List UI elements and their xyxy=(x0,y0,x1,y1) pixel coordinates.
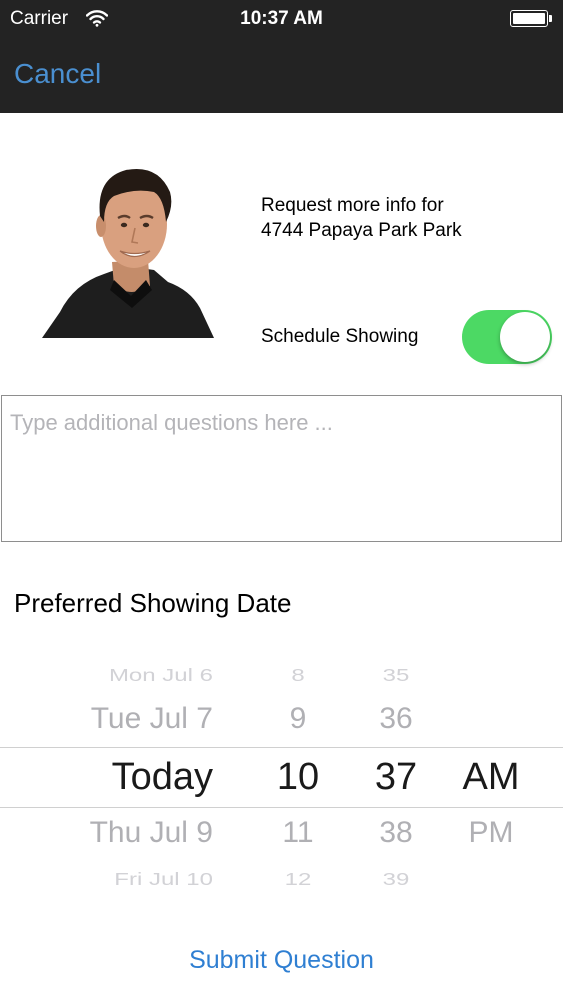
battery-icon xyxy=(510,10,552,27)
picker-date-option[interactable]: Tue Jul 7 xyxy=(91,702,213,736)
picker-minute-option[interactable]: 36 xyxy=(366,702,426,736)
date-time-picker[interactable]: Mon Jul 6 Tue Jul 7 Today Thu Jul 9 Fri … xyxy=(0,650,563,900)
picker-minute-option[interactable]: 35 xyxy=(366,662,426,690)
picker-divider-bottom xyxy=(0,807,563,808)
schedule-showing-toggle[interactable] xyxy=(462,310,552,364)
picker-hour-text: 8 xyxy=(291,665,305,686)
picker-minute-selected[interactable]: 37 xyxy=(366,756,426,799)
questions-textarea[interactable] xyxy=(1,395,562,542)
schedule-showing-label: Schedule Showing xyxy=(261,326,419,347)
picker-hour-selected[interactable]: 10 xyxy=(268,756,328,799)
picker-date-selected[interactable]: Today xyxy=(112,756,213,799)
agent-photo xyxy=(42,168,214,338)
picker-minute-text: 39 xyxy=(382,869,410,890)
picker-hour-option[interactable]: 9 xyxy=(268,702,328,736)
request-info-text: Request more info for 4744 Papaya Park P… xyxy=(261,193,551,243)
picker-hour-option[interactable]: 11 xyxy=(268,816,328,850)
picker-ampm-selected[interactable]: AM xyxy=(455,756,527,799)
picker-date-option[interactable]: Thu Jul 9 xyxy=(90,816,213,850)
nav-bar: Carrier 10:37 AM Cancel xyxy=(0,0,563,113)
preferred-date-title: Preferred Showing Date xyxy=(14,588,292,618)
picker-date-text: Mon Jul 6 xyxy=(108,665,213,686)
picker-divider-top xyxy=(0,747,563,748)
picker-date-text: Fri Jul 10 xyxy=(114,869,213,890)
battery-tip xyxy=(549,15,552,22)
picker-minute-option[interactable]: 39 xyxy=(366,866,426,894)
picker-date-option[interactable]: Fri Jul 10 xyxy=(114,866,213,894)
picker-minute-option[interactable]: 38 xyxy=(366,816,426,850)
picker-minute-text: 35 xyxy=(382,665,410,686)
picker-date-option[interactable]: Mon Jul 6 xyxy=(109,662,213,690)
screen: Carrier 10:37 AM Cancel Request more inf… xyxy=(0,0,563,1000)
picker-hour-text: 12 xyxy=(284,869,312,890)
cancel-button[interactable]: Cancel xyxy=(14,58,101,90)
property-address: 4744 Papaya Park Park xyxy=(261,220,462,241)
battery-fill xyxy=(513,13,545,24)
battery-body xyxy=(510,10,548,27)
picker-hour-option[interactable]: 12 xyxy=(268,866,328,894)
picker-hour-option[interactable]: 8 xyxy=(268,662,328,690)
submit-question-button[interactable]: Submit Question xyxy=(0,946,563,975)
toggle-knob xyxy=(500,312,550,362)
picker-ampm-option[interactable]: PM xyxy=(455,816,527,850)
request-line-1: Request more info for xyxy=(261,195,444,216)
status-time: 10:37 AM xyxy=(240,8,323,29)
